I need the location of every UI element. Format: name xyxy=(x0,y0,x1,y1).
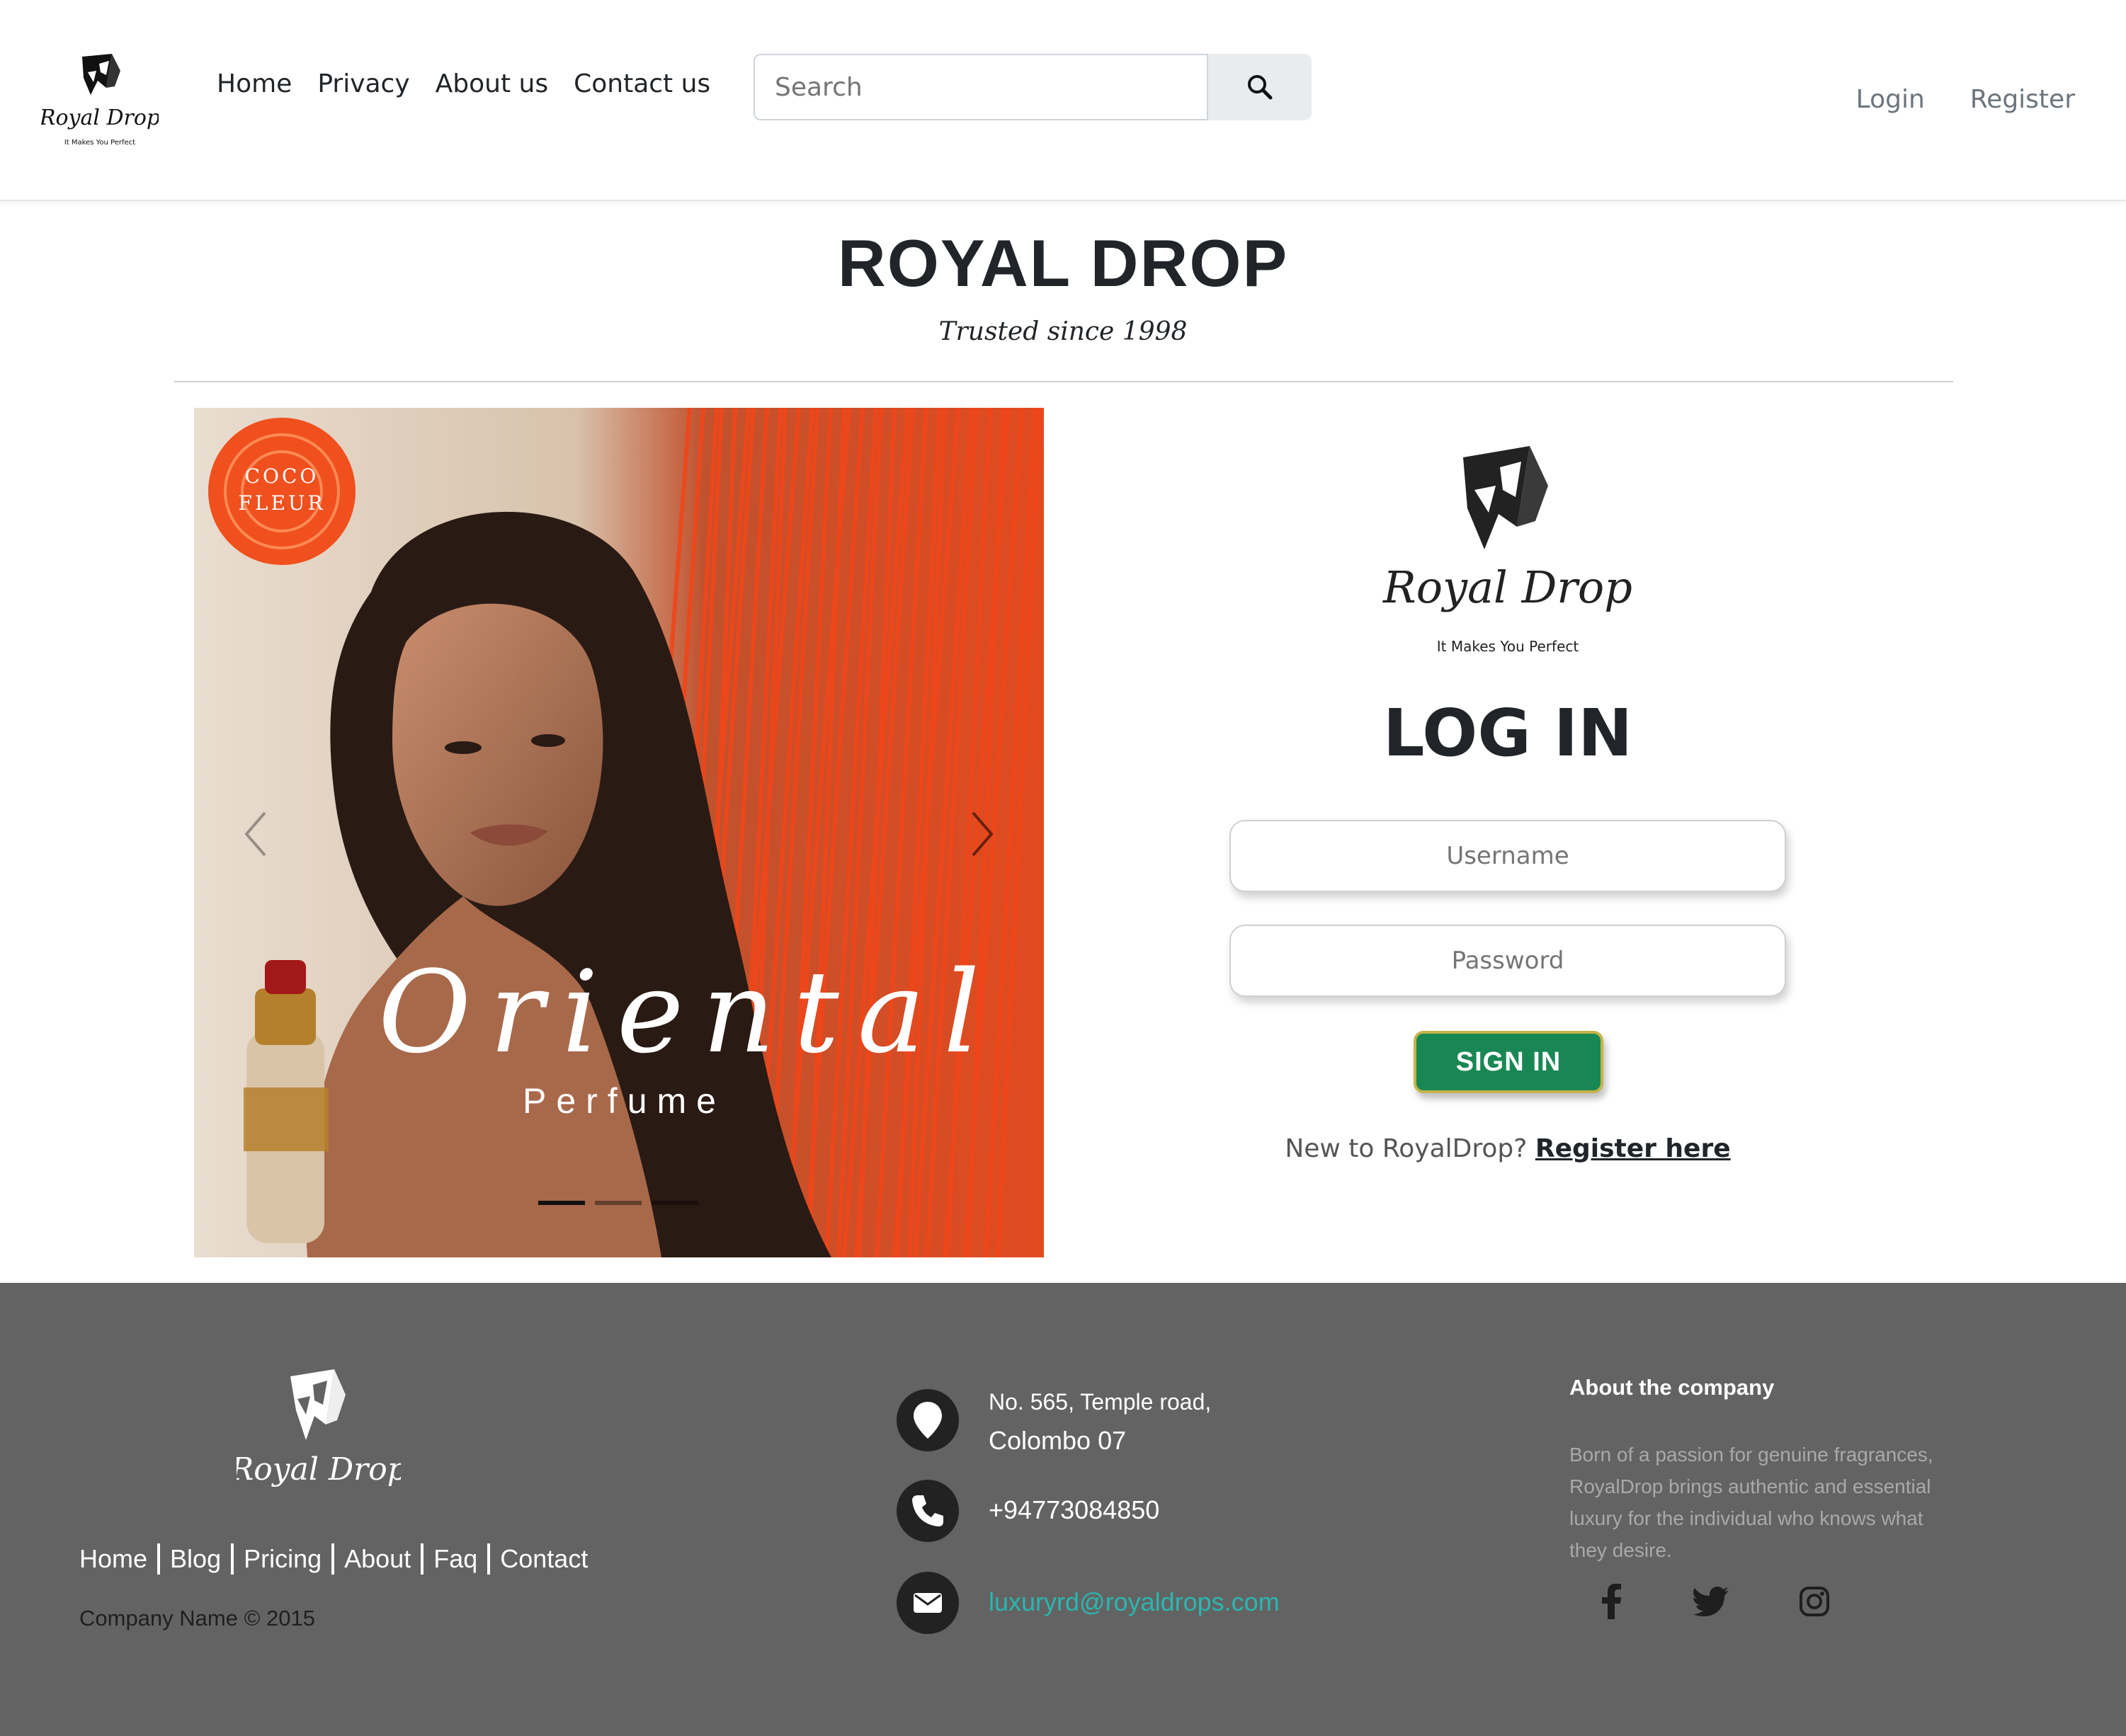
image-carousel[interactable]: COCO FLEUR Oriental 5 Perfume xyxy=(194,408,1044,1257)
carousel-indicator-2[interactable] xyxy=(595,1201,642,1205)
footer-links: Home Blog Pricing About Faq Contact xyxy=(79,1543,588,1575)
chevron-right-icon xyxy=(972,811,994,857)
facebook-icon[interactable] xyxy=(1591,1580,1633,1623)
link-separator xyxy=(421,1543,424,1575)
svg-text:It Makes You Perfect: It Makes You Perfect xyxy=(1437,638,1579,655)
page-tagline: Trusted since 1998 xyxy=(938,317,1188,346)
svg-text:Royal Drop: Royal Drop xyxy=(41,105,159,130)
link-separator xyxy=(487,1543,491,1575)
carousel-indicator-3[interactable] xyxy=(652,1201,698,1205)
footer-link-blog[interactable]: Blog xyxy=(170,1544,221,1574)
brand-logo[interactable]: Royal Drop It Makes You Perfect xyxy=(41,51,159,154)
register-prompt: New to RoyalDrop? Register here xyxy=(1229,1134,1786,1163)
top-navbar: Royal Drop It Makes You Perfect Home Pri… xyxy=(0,0,2126,201)
search-button[interactable] xyxy=(1208,54,1312,120)
register-prompt-text: New to RoyalDrop? xyxy=(1285,1134,1528,1163)
address-line-1: No. 565, Temple road, xyxy=(989,1389,1212,1415)
footer-brand-logo: Royal Drop xyxy=(229,1366,407,1494)
phone-icon xyxy=(897,1480,959,1542)
about-title: About the company xyxy=(1569,1375,1775,1400)
copyright-text: Company Name © 2015 xyxy=(79,1606,316,1631)
map-pin-icon xyxy=(897,1389,959,1451)
about-text: Born of a passion for genuine fragrances… xyxy=(1569,1444,1933,1561)
carousel-prev-button[interactable] xyxy=(237,806,279,862)
sign-in-button[interactable]: SIGN IN xyxy=(1414,1031,1603,1093)
twitter-icon[interactable] xyxy=(1690,1580,1732,1623)
svg-text:It Makes You Perfect: It Makes You Perfect xyxy=(64,139,135,147)
footer-link-faq[interactable]: Faq xyxy=(433,1544,477,1574)
footer-link-about[interactable]: About xyxy=(344,1544,411,1574)
footer-link-contact[interactable]: Contact xyxy=(500,1544,588,1574)
login-brand-logo: Royal Drop It Makes You Perfect xyxy=(1378,443,1637,656)
footer-link-home[interactable]: Home xyxy=(79,1544,147,1574)
slide-subtitle: Perfume xyxy=(523,1081,726,1121)
carousel-indicator-1[interactable] xyxy=(538,1201,585,1205)
svg-text:Royal Drop: Royal Drop xyxy=(237,1451,401,1487)
nav-privacy[interactable]: Privacy xyxy=(317,69,409,98)
nav-home[interactable]: Home xyxy=(217,69,292,98)
slide-badge: COCO FLEUR xyxy=(238,464,326,515)
username-field[interactable] xyxy=(1229,820,1786,892)
email-link[interactable]: luxuryrd@royaldrops.com xyxy=(989,1587,1280,1617)
password-field[interactable] xyxy=(1229,925,1786,997)
link-separator xyxy=(331,1543,335,1575)
register-here-link[interactable]: Register here xyxy=(1535,1134,1731,1163)
carousel-next-button[interactable] xyxy=(959,806,1001,862)
slide-title: Oriental 5 xyxy=(378,946,1044,1078)
nav-about-us[interactable]: About us xyxy=(436,69,548,98)
title-divider xyxy=(174,381,1953,382)
link-separator xyxy=(231,1543,234,1575)
auth-links: Login Register xyxy=(1856,85,2075,114)
svg-text:Royal Drop: Royal Drop xyxy=(1382,561,1632,613)
carousel-slide-image xyxy=(194,408,1044,1257)
login-heading: LOG IN xyxy=(1382,695,1633,771)
search-icon xyxy=(1248,75,1273,100)
nav-contact-us[interactable]: Contact us xyxy=(574,69,710,98)
envelope-icon xyxy=(897,1572,959,1634)
instagram-icon[interactable] xyxy=(1793,1580,1836,1623)
register-link[interactable]: Register xyxy=(1970,85,2075,114)
phone-number: +94773084850 xyxy=(989,1495,1160,1524)
main-nav: Home Privacy About us Contact us xyxy=(217,69,710,98)
link-separator xyxy=(157,1543,161,1575)
chevron-left-icon xyxy=(244,811,266,857)
search-input[interactable] xyxy=(754,54,1208,120)
login-link[interactable]: Login xyxy=(1856,85,1925,114)
footer-link-pricing[interactable]: Pricing xyxy=(244,1544,322,1574)
page-title: ROYAL DROP xyxy=(837,226,1289,300)
address-line-2: Colombo 07 xyxy=(989,1426,1127,1455)
